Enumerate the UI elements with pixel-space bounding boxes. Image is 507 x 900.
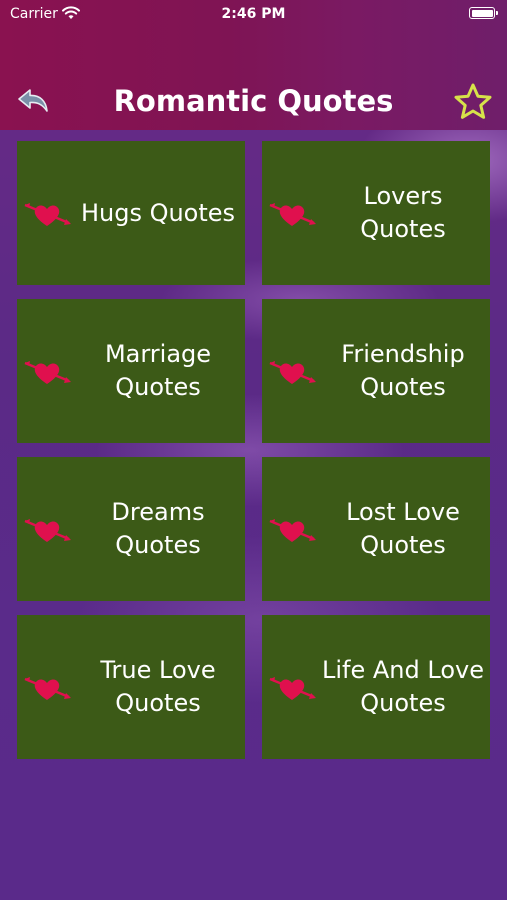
category-tile-marriage[interactable]: Marriage Quotes [17, 299, 245, 443]
category-tile-lost-love[interactable]: Lost Love Quotes [262, 457, 490, 601]
tile-label: Dreams Quotes [111, 498, 205, 559]
category-tile-friendship[interactable]: Friendship Quotes [262, 299, 490, 443]
heart-with-arrow-icon [269, 519, 316, 542]
heart-with-arrow-icon [269, 677, 316, 700]
heart-with-arrow-icon [24, 361, 71, 384]
category-tile-lovers[interactable]: Lovers Quotes [262, 141, 490, 285]
star-icon[interactable] [453, 82, 493, 122]
heart-with-arrow-icon [24, 203, 71, 226]
tile-label: Hugs Quotes [80, 198, 236, 227]
tile-label: Life And Love Quotes [322, 656, 484, 717]
heart-with-arrow-icon [269, 361, 316, 384]
tile-label: Marriage Quotes [104, 340, 212, 401]
tile-label: Lovers Quotes [360, 182, 446, 243]
background [0, 0, 507, 900]
category-tile-life-and-love[interactable]: Life And Love Quotes [262, 615, 490, 759]
header-bar: Carrier 2:46 PM Romantic Quotes [0, 0, 507, 130]
page-title: Romantic Quotes [113, 84, 394, 118]
category-tile-true-love[interactable]: True Love Quotes [17, 615, 245, 759]
heart-with-arrow-icon [24, 677, 71, 700]
heart-with-arrow-icon [24, 519, 71, 542]
tile-label: Friendship Quotes [341, 340, 465, 401]
category-tile-dreams[interactable]: Dreams Quotes [17, 457, 245, 601]
status-bar: Carrier 2:46 PM [0, 0, 507, 28]
battery-icon [469, 7, 498, 19]
tile-label: True Love Quotes [100, 656, 216, 717]
tile-label: Lost Love Quotes [346, 498, 460, 559]
status-time: 2:46 PM [221, 6, 286, 22]
category-tile-hugs[interactable]: Hugs Quotes [17, 141, 245, 285]
heart-with-arrow-icon [269, 203, 316, 226]
